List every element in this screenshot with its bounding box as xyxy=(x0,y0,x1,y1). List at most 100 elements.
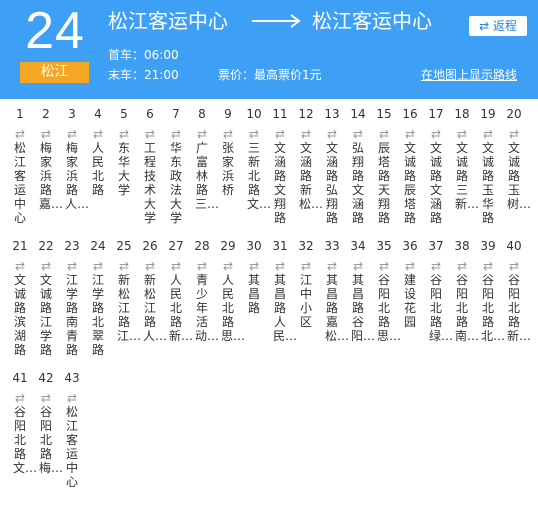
stop-name: 江学路北翠路 xyxy=(91,273,104,357)
stop-name: 其昌路嘉松… xyxy=(325,273,350,343)
stop-item[interactable]: 14 ⇄ 弘翔路文涵路 xyxy=(345,99,371,225)
stop-item[interactable]: 21 ⇄ 文诚路滨湖路 xyxy=(7,231,33,357)
stop-name: 文诚路文涵路 xyxy=(429,141,442,225)
stop-name: 文诚路辰塔路 xyxy=(403,141,416,225)
stop-name: 辰塔路天翔路 xyxy=(377,141,390,225)
stop-name: 工程技术大学 xyxy=(143,141,156,225)
bidirectional-icon: ⇄ xyxy=(456,259,468,273)
stop-name: 谷阳北路文… xyxy=(13,405,38,475)
bidirectional-icon: ⇄ xyxy=(300,127,312,141)
stop-name: 文涵路新松… xyxy=(299,141,324,211)
bidirectional-icon: ⇄ xyxy=(40,391,52,405)
bidirectional-icon: ⇄ xyxy=(482,127,494,141)
stop-item[interactable]: 20 ⇄ 文诚路玉树… xyxy=(501,99,531,211)
stop-name: 文涵路文翔路 xyxy=(273,141,286,225)
stop-number: 1 xyxy=(16,107,24,121)
stop-item[interactable]: 42 ⇄ 谷阳北路梅… xyxy=(33,363,63,475)
stop-item[interactable]: 17 ⇄ 文诚路文涵路 xyxy=(423,99,449,225)
stop-item[interactable]: 9 ⇄ 张家浜桥 xyxy=(215,99,241,197)
stop-number: 14 xyxy=(350,107,366,121)
stop-item[interactable]: 26 ⇄ 新松江路人… xyxy=(137,231,167,343)
bidirectional-icon: ⇄ xyxy=(196,127,208,141)
stop-name: 其昌路 xyxy=(247,273,260,315)
stop-item[interactable]: 27 ⇄ 人民北路新… xyxy=(163,231,193,343)
bidirectional-icon: ⇄ xyxy=(508,259,520,273)
stop-item[interactable]: 36 ⇄ 建设花园 xyxy=(397,231,423,329)
stop-item[interactable]: 5 ⇄ 东华大学 xyxy=(111,99,137,197)
stop-item[interactable]: 24 ⇄ 江学路北翠路 xyxy=(85,231,111,357)
bidirectional-icon: ⇄ xyxy=(196,259,208,273)
stop-item[interactable]: 23 ⇄ 江学路南青路 xyxy=(59,231,85,357)
stop-item[interactable]: 8 ⇄ 广富林路三… xyxy=(189,99,220,211)
stop-item[interactable]: 7 ⇄ 华东政法大学 xyxy=(163,99,189,225)
stop-name: 谷阳北路南… xyxy=(455,273,480,343)
stop-item[interactable]: 38 ⇄ 谷阳北路南… xyxy=(449,231,480,343)
stop-number: 25 xyxy=(116,239,132,253)
bidirectional-icon: ⇄ xyxy=(118,259,130,273)
stop-item[interactable]: 31 ⇄ 其昌路人民… xyxy=(267,231,297,343)
stop-item[interactable]: 6 ⇄ 工程技术大学 xyxy=(137,99,163,225)
service-times: 首车：06:00 末车：21:00 xyxy=(108,45,179,85)
stop-item[interactable]: 19 ⇄ 文诚路玉华路 xyxy=(475,99,501,225)
stop-number: 5 xyxy=(120,107,128,121)
stop-number: 43 xyxy=(64,371,80,385)
stop-item[interactable]: 25 ⇄ 新松江路江… xyxy=(111,231,142,343)
stop-item[interactable]: 13 ⇄ 文涵路弘翔路 xyxy=(319,99,345,225)
stop-item[interactable]: 39 ⇄ 谷阳北路北… xyxy=(475,231,505,343)
stop-item[interactable]: 11 ⇄ 文涵路文翔路 xyxy=(267,99,293,225)
stop-number: 24 xyxy=(90,239,106,253)
stop-item[interactable]: 15 ⇄ 辰塔路天翔路 xyxy=(371,99,397,225)
bidirectional-icon: ⇄ xyxy=(274,259,286,273)
bidirectional-icon: ⇄ xyxy=(144,127,156,141)
bidirectional-icon: ⇄ xyxy=(144,259,156,273)
stop-item[interactable]: 12 ⇄ 文涵路新松… xyxy=(293,99,324,211)
stop-number: 27 xyxy=(168,239,184,253)
stop-item[interactable]: 18 ⇄ 文诚路三新… xyxy=(449,99,479,211)
stop-list: 1 ⇄ 松江客运中心 2 ⇄ 梅家浜路嘉… 3 ⇄ 梅家浜路人… 4 ⇄ 人民北路 5 ⇄ 东华大学 6 ⇄ 工程… xyxy=(7,99,538,495)
stop-number: 15 xyxy=(376,107,392,121)
stop-item[interactable]: 4 ⇄ 人民北路 xyxy=(85,99,111,197)
bidirectional-icon: ⇄ xyxy=(378,127,390,141)
stop-name: 江中小区 xyxy=(299,273,312,329)
stop-item[interactable]: 3 ⇄ 梅家浜路人… xyxy=(59,99,89,211)
stop-name: 新松江路江… xyxy=(117,273,142,343)
stop-item[interactable]: 30 ⇄ 其昌路 xyxy=(241,231,267,315)
stop-row: 21 ⇄ 文诚路滨湖路 22 ⇄ 文诚路江学路 23 ⇄ 江学路南青路 24 ⇄ 江学路北翠路 25 ⇄ 新… xyxy=(7,231,538,363)
stop-item[interactable]: 1 ⇄ 松江客运中心 xyxy=(7,99,33,225)
stop-item[interactable]: 34 ⇄ 其昌路谷阳… xyxy=(345,231,376,343)
stop-number: 29 xyxy=(220,239,236,253)
stop-name: 三新北路文… xyxy=(247,141,272,211)
stop-item[interactable]: 37 ⇄ 谷阳北路绿… xyxy=(423,231,454,343)
stop-item[interactable]: 28 ⇄ 青少年活动… xyxy=(189,231,219,343)
stop-name: 谷阳北路思… xyxy=(377,273,402,343)
stop-item[interactable]: 16 ⇄ 文诚路辰塔路 xyxy=(397,99,423,225)
stop-row: 1 ⇄ 松江客运中心 2 ⇄ 梅家浜路嘉… 3 ⇄ 梅家浜路人… 4 ⇄ 人民北路 5 ⇄ 东华大学 6 ⇄ 工程… xyxy=(7,99,538,231)
stop-name: 松江客运中心 xyxy=(13,141,26,225)
stop-number: 33 xyxy=(324,239,340,253)
stop-item[interactable]: 35 ⇄ 谷阳北路思… xyxy=(371,231,402,343)
stop-item[interactable]: 22 ⇄ 文诚路江学路 xyxy=(33,231,59,357)
bidirectional-icon: ⇄ xyxy=(14,391,26,405)
bidirectional-icon: ⇄ xyxy=(92,259,104,273)
stop-item[interactable]: 29 ⇄ 人民北路思… xyxy=(215,231,245,343)
stop-item[interactable]: 33 ⇄ 其昌路嘉松… xyxy=(319,231,350,343)
stop-item[interactable]: 40 ⇄ 谷阳北路新… xyxy=(501,231,531,343)
stop-number: 42 xyxy=(38,371,54,385)
return-route-button[interactable]: ⇄ 返程 xyxy=(469,16,527,36)
stop-item[interactable]: 32 ⇄ 江中小区 xyxy=(293,231,319,329)
stop-name: 谷阳北路绿… xyxy=(429,273,454,343)
direction-arrow-icon xyxy=(252,14,301,28)
stop-number: 40 xyxy=(506,239,522,253)
stop-number: 35 xyxy=(376,239,392,253)
stop-item[interactable]: 10 ⇄ 三新北路文… xyxy=(241,99,272,211)
stop-item[interactable]: 43 ⇄ 松江客运中心 xyxy=(59,363,85,489)
stop-name: 弘翔路文涵路 xyxy=(351,141,364,225)
stop-number: 18 xyxy=(454,107,470,121)
stop-name: 张家浜桥 xyxy=(221,141,234,197)
stop-name: 广富林路三… xyxy=(195,141,220,211)
stop-item[interactable]: 2 ⇄ 梅家浜路嘉… xyxy=(33,99,63,211)
stop-name: 其昌路谷阳… xyxy=(351,273,376,343)
stop-number: 21 xyxy=(12,239,28,253)
stop-item[interactable]: 41 ⇄ 谷阳北路文… xyxy=(7,363,38,475)
show-route-on-map-link[interactable]: 在地图上显示路线 xyxy=(421,65,517,85)
